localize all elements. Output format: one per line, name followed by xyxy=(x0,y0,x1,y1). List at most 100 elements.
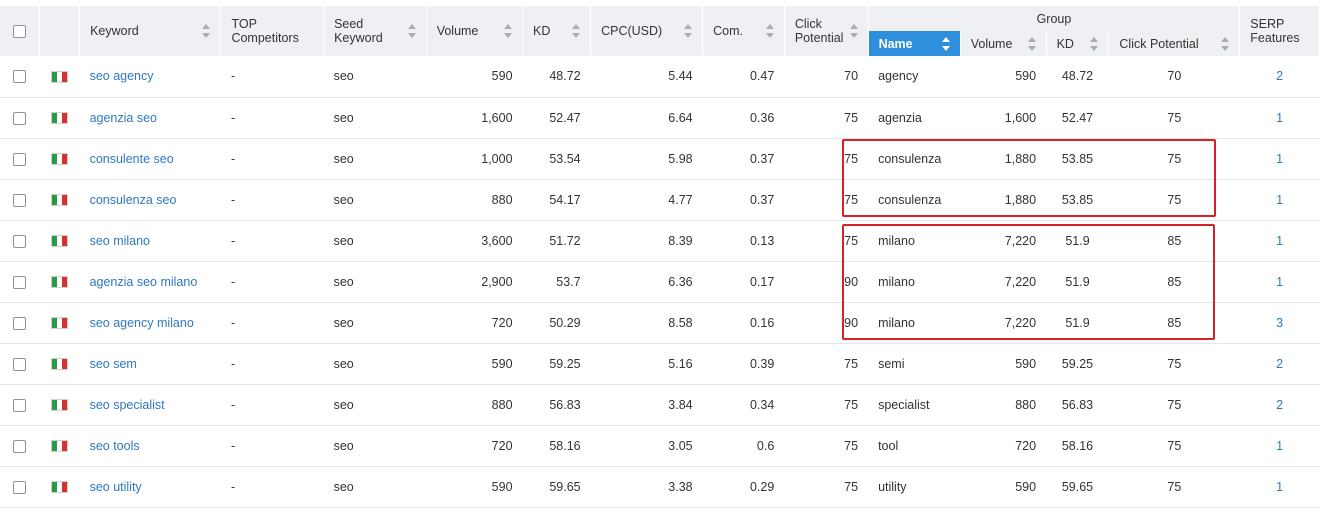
kd-cell: 54.17 xyxy=(522,179,591,221)
top-competitors-cell: - xyxy=(220,343,324,385)
row-checkbox[interactable] xyxy=(13,193,27,207)
cpc-column-header[interactable]: CPC(USD) xyxy=(590,6,704,56)
sort-icon[interactable] xyxy=(1027,36,1036,51)
sort-icon[interactable] xyxy=(1221,36,1230,51)
italy-flag-icon xyxy=(51,317,69,330)
row-checkbox[interactable] xyxy=(13,439,27,453)
group-volume-column-header[interactable]: Volume xyxy=(960,31,1047,56)
keyword-link[interactable]: seo agency milano xyxy=(90,316,194,330)
sort-icon[interactable] xyxy=(941,36,950,51)
group-click-potential-cell: 70 xyxy=(1108,56,1240,98)
group-volume-cell: 590 xyxy=(960,56,1047,98)
sort-icon[interactable] xyxy=(572,24,581,38)
serp-features-link[interactable]: 1 xyxy=(1276,275,1283,289)
group-name-cell: milano xyxy=(868,261,961,303)
group-click-potential-cell: 75 xyxy=(1108,384,1240,426)
com-cell: 0.6 xyxy=(702,425,785,467)
row-checkbox[interactable] xyxy=(13,234,27,248)
keyword-link[interactable]: seo specialist xyxy=(90,398,165,412)
table-row: seo tools - seo 720 58.16 3.05 0.6 75 tool 720 58.… xyxy=(0,425,1320,467)
keyword-link[interactable]: agenzia seo milano xyxy=(90,275,198,289)
group-click-potential-cell: 75 xyxy=(1108,138,1240,180)
row-checkbox[interactable] xyxy=(13,275,27,289)
top-competitors-cell: - xyxy=(220,425,324,467)
serp-features-link[interactable]: 2 xyxy=(1276,69,1283,83)
com-column-header[interactable]: Com. xyxy=(702,6,785,56)
keyword-link[interactable]: seo tools xyxy=(90,439,140,453)
keyword-link[interactable]: seo milano xyxy=(90,234,150,248)
group-click-potential-column-header[interactable]: Click Potential xyxy=(1108,31,1241,56)
kd-cell: 58.16 xyxy=(522,425,591,467)
row-checkbox-cell xyxy=(0,466,40,508)
serp-features-link[interactable]: 1 xyxy=(1276,152,1283,166)
row-checkbox-cell xyxy=(0,302,40,344)
serp-features-link[interactable]: 1 xyxy=(1276,234,1283,248)
row-checkbox[interactable] xyxy=(13,357,27,371)
serp-features-link[interactable]: 1 xyxy=(1276,111,1283,125)
cpc-cell: 4.77 xyxy=(590,179,703,221)
select-all-checkbox[interactable] xyxy=(13,25,27,39)
group-name-column-header[interactable]: Name xyxy=(868,31,961,56)
group-kd-cell: 51.9 xyxy=(1046,220,1109,262)
row-checkbox[interactable] xyxy=(13,70,27,84)
select-all-header xyxy=(0,6,41,56)
row-checkbox[interactable] xyxy=(13,152,27,166)
group-name-cell: specialist xyxy=(868,384,961,426)
sort-icon[interactable] xyxy=(765,24,774,38)
group-kd-header-label: KD xyxy=(1056,36,1074,51)
flag-cell xyxy=(39,302,80,344)
keyword-link[interactable]: consulenza seo xyxy=(90,193,177,207)
table-row: seo agency milano - seo 720 50.29 8.58 0.16 90 m… xyxy=(0,302,1320,344)
seed-keyword-column-header[interactable]: Seed Keyword xyxy=(323,6,427,56)
row-checkbox-cell xyxy=(0,97,40,139)
keyword-link[interactable]: agenzia seo xyxy=(90,111,157,125)
group-volume-cell: 720 xyxy=(960,425,1047,467)
keyword-link[interactable]: seo sem xyxy=(90,357,137,371)
flag-cell xyxy=(39,56,80,98)
group-kd-cell: 53.85 xyxy=(1046,179,1109,221)
row-checkbox[interactable] xyxy=(13,316,27,330)
click-potential-column-header[interactable]: Click Potential xyxy=(784,6,869,56)
keyword-link[interactable]: seo utility xyxy=(90,480,142,494)
keyword-link[interactable]: consulente seo xyxy=(90,152,174,166)
click-potential-cell: 75 xyxy=(784,425,869,467)
row-checkbox[interactable] xyxy=(13,111,27,125)
seed-keyword-cell: seo xyxy=(323,343,427,385)
row-checkbox[interactable] xyxy=(13,398,27,412)
keyword-column-header[interactable]: Keyword xyxy=(79,6,222,56)
sort-icon[interactable] xyxy=(504,24,513,38)
com-cell: 0.34 xyxy=(702,384,785,426)
volume-cell: 3,600 xyxy=(426,220,523,262)
group-name-cell: milano xyxy=(868,220,961,262)
serp-features-link[interactable]: 3 xyxy=(1276,316,1283,330)
volume-column-header[interactable]: Volume xyxy=(426,6,524,56)
seed-keyword-cell: seo xyxy=(323,97,427,139)
top-competitors-cell: - xyxy=(220,56,324,98)
sort-icon[interactable] xyxy=(1090,36,1099,51)
kd-column-header[interactable]: KD xyxy=(522,6,592,56)
table-row: seo agency - seo 590 48.72 5.44 0.47 70 agency 59… xyxy=(0,56,1320,98)
cpc-cell: 6.36 xyxy=(590,261,703,303)
serp-features-link[interactable]: 1 xyxy=(1276,193,1283,207)
table-row: agenzia seo - seo 1,600 52.47 6.64 0.36 75 agenz… xyxy=(0,97,1320,139)
sort-icon[interactable] xyxy=(849,24,858,38)
row-checkbox-cell xyxy=(0,425,40,467)
keyword-link[interactable]: seo agency xyxy=(90,69,154,83)
cpc-cell: 5.44 xyxy=(590,56,703,98)
com-cell: 0.37 xyxy=(702,138,785,180)
group-name-cell: consulenza xyxy=(868,179,961,221)
top-competitors-cell: - xyxy=(220,138,324,180)
sort-icon[interactable] xyxy=(202,24,211,38)
group-kd-column-header[interactable]: KD xyxy=(1046,31,1110,56)
row-checkbox[interactable] xyxy=(13,480,27,494)
serp-features-link[interactable]: 2 xyxy=(1276,357,1283,371)
serp-features-link[interactable]: 1 xyxy=(1276,480,1283,494)
row-checkbox-cell xyxy=(0,384,40,426)
click-potential-cell: 75 xyxy=(784,466,869,508)
sort-icon[interactable] xyxy=(684,24,693,38)
serp-features-link[interactable]: 1 xyxy=(1276,439,1283,453)
kd-cell: 59.65 xyxy=(522,466,591,508)
serp-features-link[interactable]: 2 xyxy=(1276,398,1283,412)
com-cell: 0.36 xyxy=(702,97,785,139)
sort-icon[interactable] xyxy=(407,24,416,38)
